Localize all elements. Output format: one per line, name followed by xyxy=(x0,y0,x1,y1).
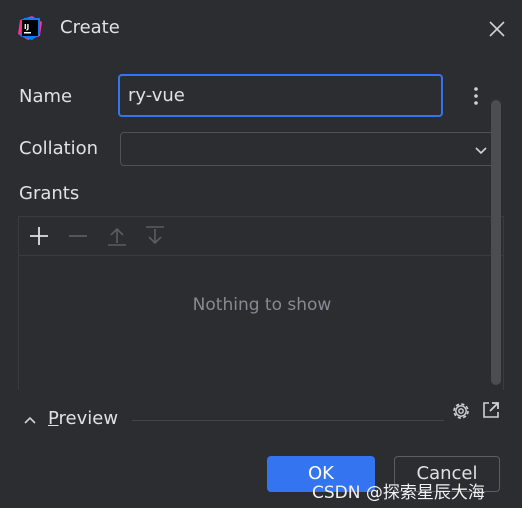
empty-state-text: Nothing to show xyxy=(192,295,332,315)
grants-table: Nothing to show xyxy=(18,216,504,390)
name-input[interactable] xyxy=(118,74,443,117)
dialog-title: Create xyxy=(60,17,120,38)
preview-label: review xyxy=(58,408,119,429)
add-icon[interactable] xyxy=(27,224,51,248)
move-up-icon[interactable] xyxy=(105,224,129,248)
remove-icon[interactable] xyxy=(66,224,90,248)
intellij-idea-icon: IJ xyxy=(18,16,42,40)
chevron-up-icon[interactable] xyxy=(22,412,38,428)
open-in-new-window-icon[interactable] xyxy=(481,400,501,420)
collation-select[interactable] xyxy=(120,132,500,166)
scrollbar[interactable] xyxy=(491,100,501,385)
preview-toggle[interactable]: Preview xyxy=(48,408,118,429)
grants-label: Grants xyxy=(19,183,80,204)
preview-mnemonic: P xyxy=(48,408,59,429)
name-label: Name xyxy=(19,86,73,107)
chevron-down-icon xyxy=(473,142,489,158)
divider xyxy=(132,420,444,421)
more-options-icon[interactable] xyxy=(466,84,486,108)
svg-text:IJ: IJ xyxy=(24,23,29,31)
close-icon[interactable] xyxy=(486,18,508,40)
gear-icon[interactable] xyxy=(450,400,472,422)
collation-label: Collation xyxy=(19,138,99,159)
grants-toolbar xyxy=(19,217,503,256)
move-down-icon[interactable] xyxy=(143,224,167,248)
watermark-text: CSDN @探索星辰大海 xyxy=(312,483,485,503)
